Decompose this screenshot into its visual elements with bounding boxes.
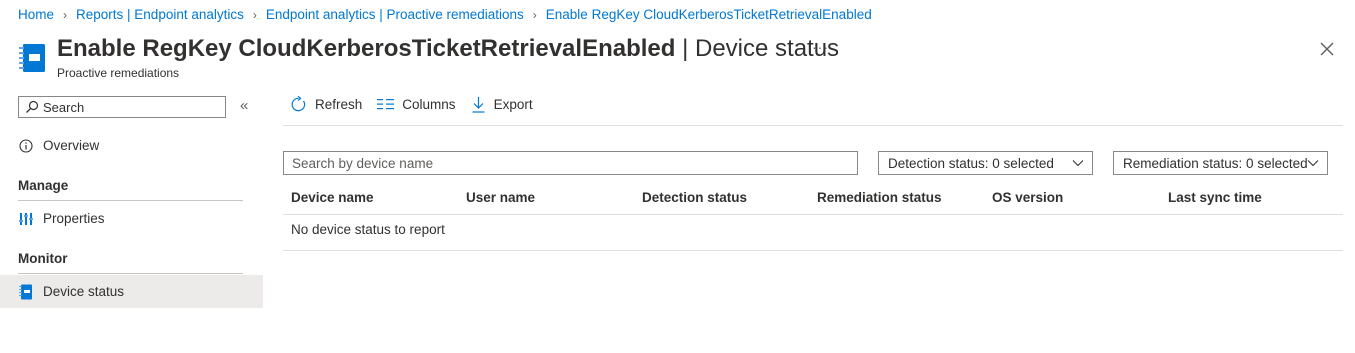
column-header-device-name[interactable]: Device name xyxy=(291,190,374,205)
script-icon xyxy=(18,284,34,300)
device-name-search-input[interactable] xyxy=(283,151,858,175)
refresh-label: Refresh xyxy=(315,97,363,112)
collapse-sidebar-icon[interactable]: « xyxy=(240,97,248,114)
divider xyxy=(18,200,243,201)
info-icon xyxy=(18,138,34,154)
search-icon xyxy=(26,100,39,113)
breadcrumb-reports[interactable]: Reports | Endpoint analytics xyxy=(76,7,244,22)
export-label: Export xyxy=(493,97,533,112)
chevron-down-icon xyxy=(1072,160,1084,167)
breadcrumb-home[interactable]: Home xyxy=(18,7,54,22)
divider xyxy=(283,214,1343,215)
page-title: Enable RegKey CloudKerberosTicketRetriev… xyxy=(57,34,839,64)
sidebar-item-device-status[interactable]: Device status xyxy=(0,275,263,308)
sidebar-search-box[interactable] xyxy=(18,96,226,118)
breadcrumb: Home › Reports | Endpoint analytics › En… xyxy=(18,7,872,22)
properties-icon xyxy=(18,211,34,227)
sidebar-item-label: Overview xyxy=(43,138,100,153)
sidebar-item-overview[interactable]: Overview xyxy=(0,129,263,162)
script-icon xyxy=(19,44,45,72)
remediation-status-filter[interactable]: Remediation status: 0 selected xyxy=(1113,151,1328,175)
sidebar-item-label: Properties xyxy=(43,211,105,226)
columns-icon xyxy=(377,99,395,110)
command-bar: Refresh Columns Export xyxy=(290,96,548,113)
columns-label: Columns xyxy=(402,97,456,112)
chevron-right-icon: › xyxy=(252,7,257,22)
page-title-separator: | xyxy=(675,35,695,62)
column-header-user-name[interactable]: User name xyxy=(466,190,535,205)
page-header: Enable RegKey CloudKerberosTicketRetriev… xyxy=(57,34,839,80)
more-options-icon[interactable]: ··· xyxy=(812,39,829,55)
remediation-status-filter-label: Remediation status: 0 selected xyxy=(1123,155,1308,171)
empty-table-message: No device status to report xyxy=(291,222,445,237)
divider xyxy=(283,250,1343,251)
section-manage-label: Manage xyxy=(18,178,69,193)
sidebar-search-input[interactable] xyxy=(43,99,213,115)
section-monitor-label: Monitor xyxy=(18,251,68,266)
chevron-right-icon: › xyxy=(63,7,68,22)
detection-status-filter-label: Detection status: 0 selected xyxy=(888,155,1054,171)
page-title-main: Enable RegKey CloudKerberosTicketRetriev… xyxy=(57,35,676,62)
breadcrumb-proactive-remediations[interactable]: Endpoint analytics | Proactive remediati… xyxy=(266,7,524,22)
detection-status-filter[interactable]: Detection status: 0 selected xyxy=(878,151,1093,175)
breadcrumb-current-script[interactable]: Enable RegKey CloudKerberosTicketRetriev… xyxy=(546,7,872,22)
column-header-os-version[interactable]: OS version xyxy=(992,190,1063,205)
sidebar-item-properties[interactable]: Properties xyxy=(0,202,263,235)
divider xyxy=(18,273,243,274)
page-subtitle: Proactive remediations xyxy=(57,66,180,80)
column-header-remediation-status[interactable]: Remediation status xyxy=(817,190,942,205)
chevron-down-icon xyxy=(1307,160,1319,167)
sidebar-item-label: Device status xyxy=(43,284,125,299)
divider xyxy=(283,125,1343,126)
column-header-last-sync-time[interactable]: Last sync time xyxy=(1168,190,1262,205)
chevron-right-icon: › xyxy=(532,7,537,22)
close-icon[interactable] xyxy=(1318,40,1336,58)
columns-button[interactable]: Columns xyxy=(377,97,456,112)
refresh-icon xyxy=(291,96,306,112)
refresh-button[interactable]: Refresh xyxy=(290,96,362,113)
column-header-detection-status[interactable]: Detection status xyxy=(642,190,747,205)
export-button[interactable]: Export xyxy=(471,96,533,113)
download-icon xyxy=(472,97,485,113)
